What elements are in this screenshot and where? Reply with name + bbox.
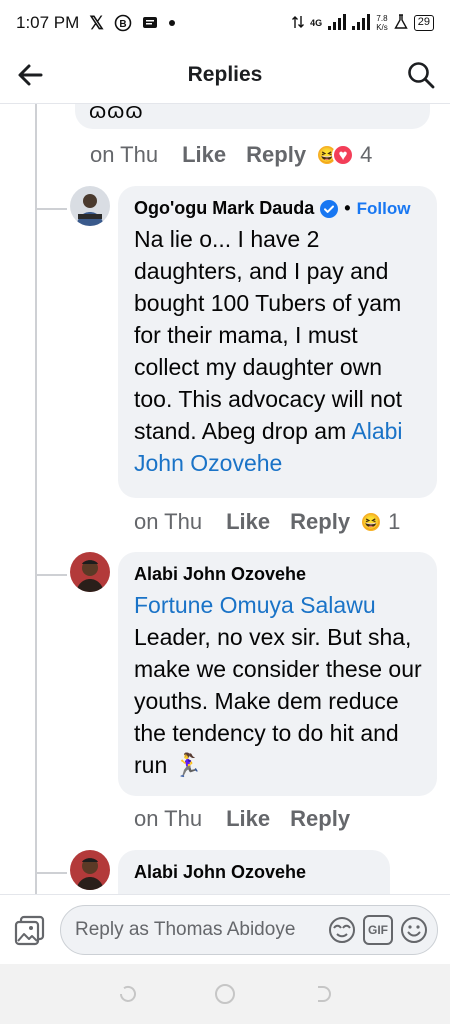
previous-comment-text: ɷɷɷ: [89, 104, 144, 123]
comment-text: Na lie o... I have 2 daughters, and I pa…: [134, 223, 421, 479]
comment-body: Na lie o... I have 2 daughters, and I pa…: [134, 226, 403, 444]
love-reaction-icon: ♥: [332, 144, 355, 166]
battery-indicator: 29: [413, 15, 434, 31]
comment-author[interactable]: Ogo'ogu Mark Dauda: [134, 198, 314, 219]
signal-icon-2: [352, 13, 371, 33]
avatar[interactable]: [70, 850, 110, 890]
avatar-sticker-icon[interactable]: [327, 915, 357, 945]
comment-author[interactable]: Alabi John Ozovehe: [134, 862, 306, 883]
replies-thread[interactable]: ɷɷɷ on Thu Like Reply 😆 ♥ 4 Ogo'ogu Mark…: [0, 104, 450, 894]
network-speed: 7.8 K/s: [376, 14, 388, 32]
comment-bubble[interactable]: Alabi John Ozovehe: [118, 850, 390, 894]
b-circle-icon: B: [114, 14, 132, 32]
mention-link[interactable]: Fortune Omuya Salawu: [134, 592, 376, 618]
comment-text: Fortune Omuya Salawu Leader, no vex sir.…: [134, 589, 426, 781]
speed-unit: K/s: [376, 23, 388, 32]
recents-icon[interactable]: [115, 981, 141, 1007]
comment-time: on Thu: [90, 142, 159, 167]
comment-time: on Thu: [134, 509, 203, 534]
reply-button[interactable]: Reply: [290, 509, 350, 535]
reply-input[interactable]: [75, 918, 321, 941]
status-bar: 1:07 PM 𝕏 B 4G 7.8 K/s 29: [0, 0, 450, 46]
like-button[interactable]: Like: [226, 806, 270, 832]
thread-line: [35, 104, 37, 894]
thread-branch: [37, 208, 67, 210]
comment-time: on Thu: [134, 806, 203, 831]
reaction-count: 4: [360, 142, 373, 167]
back-icon[interactable]: [309, 981, 335, 1007]
svg-text:B: B: [119, 19, 126, 30]
avatar[interactable]: [70, 186, 110, 226]
like-button[interactable]: Like: [226, 509, 270, 535]
reply-box[interactable]: GIF: [60, 904, 438, 955]
like-button[interactable]: Like: [182, 142, 226, 168]
verified-badge-icon: [320, 199, 339, 218]
signal-icon-1: [328, 13, 347, 33]
page-title: Replies: [187, 62, 263, 86]
thread-branch: [37, 872, 67, 874]
emoji-icon[interactable]: [399, 915, 429, 945]
reply-button[interactable]: Reply: [290, 806, 350, 832]
system-nav-bar: [0, 964, 450, 1024]
comment-bubble[interactable]: Ogo'ogu Mark Dauda • Follow Na lie o... …: [118, 186, 437, 498]
comment-body: Leader, no vex sir. But sha, make we con…: [134, 624, 422, 778]
network-type: 4G: [310, 18, 323, 28]
comment-actions: on Thu Like Reply 😆 1: [134, 509, 400, 535]
data-transfer-icon: [292, 14, 305, 33]
message-icon: [142, 16, 158, 30]
thread-branch: [37, 574, 67, 576]
reaction-summary[interactable]: 😆 1: [360, 509, 400, 535]
back-arrow-icon[interactable]: [16, 61, 44, 89]
haha-reaction-icon: 😆: [360, 511, 383, 533]
follow-button[interactable]: Follow: [357, 199, 411, 219]
reply-composer: GIF: [0, 894, 450, 964]
comment-bubble[interactable]: Alabi John Ozovehe Fortune Omuya Salawu …: [118, 552, 437, 796]
reply-button[interactable]: Reply: [246, 142, 306, 168]
previous-comment-bubble[interactable]: ɷɷɷ: [75, 104, 430, 129]
follow-separator: •: [344, 198, 351, 218]
reaction-summary[interactable]: 😆 ♥ 4: [316, 142, 372, 168]
photo-icon[interactable]: [12, 912, 48, 948]
speed-value: 7.8: [376, 14, 388, 23]
search-icon[interactable]: [406, 60, 436, 90]
flask-icon: [394, 13, 408, 33]
dot-icon: [168, 19, 176, 27]
x-app-icon: 𝕏: [89, 12, 104, 33]
status-time: 1:07 PM: [16, 13, 80, 32]
previous-comment-actions: on Thu Like Reply 😆 ♥ 4: [90, 142, 372, 168]
comment-author[interactable]: Alabi John Ozovehe: [134, 564, 306, 585]
home-icon[interactable]: [212, 981, 238, 1007]
reaction-count: 1: [388, 509, 401, 534]
gif-icon[interactable]: GIF: [363, 914, 393, 945]
comment-actions: on Thu Like Reply: [134, 806, 370, 832]
header: Replies: [0, 46, 450, 104]
avatar[interactable]: [70, 552, 110, 592]
